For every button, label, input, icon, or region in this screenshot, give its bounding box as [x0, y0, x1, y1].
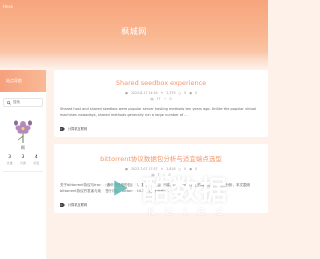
- calendar-icon: ▣: [124, 91, 128, 95]
- search-icon: [7, 100, 11, 105]
- stat-label: 标签: [33, 161, 40, 165]
- stat-tags[interactable]: 4 标签: [33, 155, 39, 165]
- watermark: 酷数据 KUIDC: [100, 165, 268, 259]
- watermark-text: 酷数据: [142, 176, 229, 207]
- avatar[interactable]: [10, 117, 36, 143]
- post-title[interactable]: bittorrent协议数据包分析与适宜端点选型: [60, 153, 262, 163]
- post-meta-2: ▤ 77 ♡ 0: [60, 97, 262, 102]
- stat-label: 分类: [19, 161, 26, 165]
- sidebar-header: 站点导航: [0, 70, 46, 92]
- post-reads: 77: [156, 97, 161, 101]
- stat-value: 3: [21, 155, 25, 160]
- header-banner: Hexo 枫城网: [0, 0, 268, 70]
- stat-value: 3: [8, 155, 12, 160]
- profile-stats: 3 文章 3 分类 4 标签: [0, 155, 46, 165]
- post-excerpt: Shared host and shared seedbox were popu…: [60, 107, 257, 117]
- search-input[interactable]: 搜索: [3, 98, 43, 107]
- banner-fade: [0, 52, 268, 70]
- tag-icon: [60, 126, 65, 131]
- watermark-subtext: KUIDC: [148, 207, 235, 218]
- sidebar: 站点导航 搜索 枫 3 文章 3 分类 4 标签: [0, 70, 46, 259]
- post-title[interactable]: Shared seedbox experience: [60, 79, 262, 87]
- stat-categories[interactable]: 3 分类: [20, 155, 26, 165]
- like-icon: ♡: [163, 97, 167, 101]
- comment-icon: ◻: [178, 91, 182, 95]
- read-icon: ▤: [150, 97, 154, 101]
- tag-label: 计算机互联网: [68, 127, 88, 132]
- post-words: 2,379: [166, 91, 176, 95]
- post-meta: ▣ 2024-8-17 14:54 ✎ 2,379 ◻ 0 ◉ 0: [60, 91, 262, 96]
- tag-label: 计算机互联网: [68, 203, 88, 208]
- post-comments: 0: [184, 91, 187, 95]
- flower-avatar-icon: [10, 117, 36, 143]
- stat-value: 4: [34, 155, 38, 160]
- watermark-logo-icon: [100, 169, 138, 207]
- post-likes: 0: [169, 97, 172, 101]
- site-title[interactable]: 枫城网: [0, 26, 268, 37]
- stat-label: 文章: [6, 161, 13, 165]
- post-card: Shared seedbox experience ▣ 2024-8-17 14:…: [54, 70, 268, 138]
- eye-icon: ◉: [189, 91, 192, 95]
- stat-posts[interactable]: 3 文章: [7, 155, 13, 165]
- post-date: 2024-8-17 14:54: [130, 91, 158, 95]
- tag-icon: [60, 202, 65, 207]
- sidebar-divider: [3, 171, 43, 172]
- post-tag[interactable]: 计算机互联网: [60, 126, 262, 131]
- search-placeholder: 搜索: [13, 100, 20, 104]
- post-views: 0: [194, 91, 198, 95]
- profile-name: 枫: [21, 145, 25, 150]
- words-icon: ✎: [160, 91, 164, 95]
- brand-label[interactable]: Hexo: [3, 4, 13, 9]
